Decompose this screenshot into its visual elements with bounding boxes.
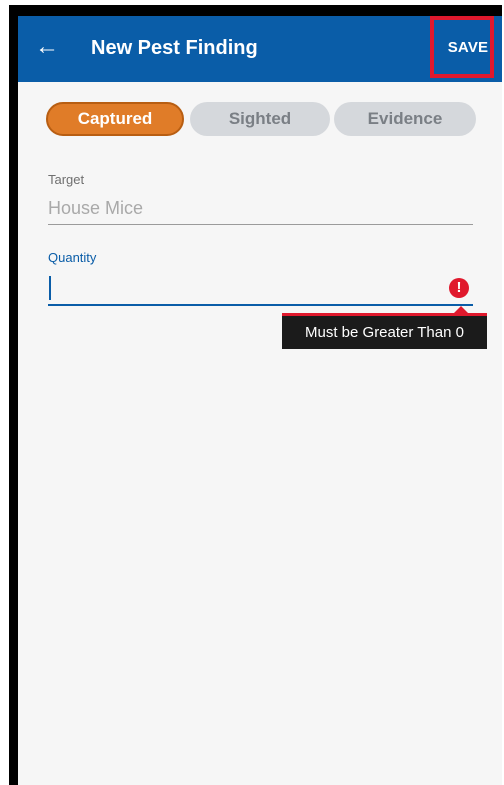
back-arrow-icon[interactable]: ← xyxy=(32,32,62,62)
error-message: Must be Greater Than 0 xyxy=(282,316,487,349)
target-underline xyxy=(48,224,473,225)
app-screen: ← New Pest Finding SAVE Captured Sighted… xyxy=(18,16,502,785)
finding-type-tabs: Captured Sighted Evidence xyxy=(46,102,478,136)
app-bar: ← New Pest Finding SAVE xyxy=(18,16,502,82)
tab-sighted[interactable]: Sighted xyxy=(190,102,330,136)
quantity-label: Quantity xyxy=(48,250,97,265)
target-label: Target xyxy=(48,172,85,187)
text-cursor xyxy=(49,276,51,300)
page-title: New Pest Finding xyxy=(91,37,258,59)
save-button[interactable]: SAVE xyxy=(434,30,502,66)
tab-evidence[interactable]: Evidence xyxy=(334,102,476,136)
quantity-input[interactable] xyxy=(48,272,443,302)
quantity-underline xyxy=(48,304,473,306)
exclamation-circle-icon[interactable]: ! xyxy=(449,278,469,298)
tooltip-arrow xyxy=(454,306,468,313)
tab-captured[interactable]: Captured xyxy=(46,102,184,136)
target-field[interactable]: House Mice xyxy=(48,198,143,219)
